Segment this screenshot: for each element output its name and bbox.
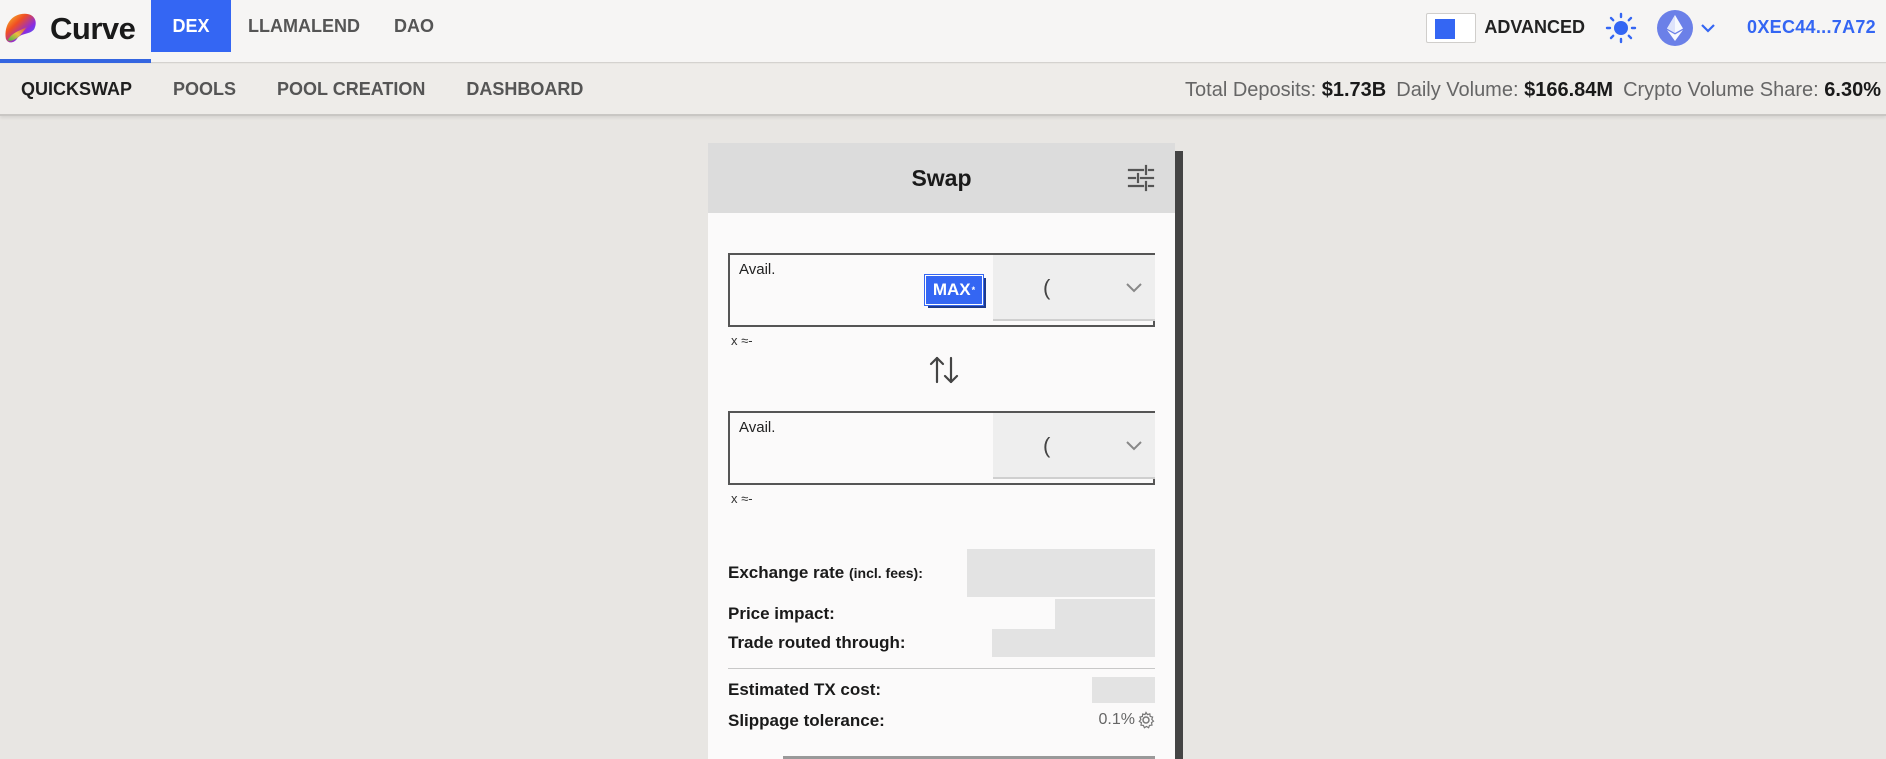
top-bar: Curve DEX LLAMALEND DAO ADVANCED 0XEC44.… xyxy=(0,0,1886,63)
exchange-rate-text: Exchange rate xyxy=(728,563,845,582)
stat-value: $166.84M xyxy=(1524,78,1614,101)
stat-total-deposits: Total Deposits: $1.73B xyxy=(1185,79,1386,102)
exchange-rate-label: Exchange rate (incl. fees): xyxy=(728,563,923,583)
exchange-rate-row: Exchange rate (incl. fees): xyxy=(728,549,1155,597)
from-amount-field[interactable]: Avail. MAX * ( xyxy=(728,253,1155,327)
to-amount-field[interactable]: Avail. ( xyxy=(728,411,1155,485)
swap-direction-icon[interactable] xyxy=(928,355,960,385)
slippage-row: Slippage tolerance: xyxy=(728,708,1155,734)
network-selector[interactable] xyxy=(1657,9,1717,46)
from-token-text: ( xyxy=(1043,275,1051,300)
stat-value: 6.30% xyxy=(1824,78,1881,101)
stat-crypto-share: Crypto Volume Share: 6.30% xyxy=(1623,79,1881,102)
price-impact-skeleton xyxy=(1055,599,1155,629)
trade-route-label: Trade routed through: xyxy=(728,633,906,652)
slippage-label: Slippage tolerance: xyxy=(728,711,885,730)
from-avail-label: Avail. xyxy=(739,261,776,278)
slippage-control[interactable]: 0.1% xyxy=(1099,711,1155,729)
tx-cost-row: Estimated TX cost: xyxy=(728,677,1155,703)
to-token-text: ( xyxy=(1043,433,1051,458)
sub-nav-pool-creation[interactable]: POOL CREATION xyxy=(277,63,425,115)
stat-label: Daily Volume: xyxy=(1396,78,1519,101)
curve-logo-icon xyxy=(5,13,36,43)
sun-icon[interactable] xyxy=(1605,12,1637,44)
ethereum-icon xyxy=(1657,9,1694,46)
swap-card: Swap Avail. MAX * ( x ≈- Avail. (x ≈- E… xyxy=(708,143,1175,759)
from-usd-value: x ≈- xyxy=(731,333,753,348)
gear-icon xyxy=(1138,711,1155,729)
topbar-right: ADVANCED 0XEC44...7A72 xyxy=(1426,0,1876,55)
details-divider xyxy=(728,668,1155,669)
wallet-address[interactable]: 0XEC44...7A72 xyxy=(1747,17,1876,38)
sub-nav-pools[interactable]: POOLS xyxy=(173,63,236,115)
nav-dao[interactable]: DAO xyxy=(377,0,451,52)
stat-value: $1.73B xyxy=(1321,78,1387,101)
sliders-icon[interactable] xyxy=(1127,164,1155,192)
tx-cost-skeleton xyxy=(1092,677,1155,703)
logo[interactable]: Curve xyxy=(0,0,151,63)
stats-bar: Total Deposits: $1.73B Daily Volume: $16… xyxy=(1175,64,1881,116)
advanced-label: ADVANCED xyxy=(1484,17,1586,37)
sub-nav-dashboard[interactable]: DASHBOARD xyxy=(466,63,583,115)
exchange-rate-suffix: (incl. fees): xyxy=(848,565,923,581)
price-impact-row: Price impact: xyxy=(728,599,1155,629)
sub-nav: QUICKSWAP POOLS POOL CREATION DASHBOARD xyxy=(0,63,624,115)
stat-daily-volume: Daily Volume: $166.84M xyxy=(1396,79,1613,102)
tx-cost-label: Estimated TX cost: xyxy=(728,680,882,699)
max-sup: * xyxy=(971,285,976,295)
price-impact-label: Price impact: xyxy=(728,604,835,623)
slippage-value: 0.1% xyxy=(1098,711,1135,728)
main-nav: DEX LLAMALEND DAO xyxy=(151,0,451,63)
toggle-knob xyxy=(1435,18,1456,39)
chevron-down-icon xyxy=(1126,283,1142,293)
sub-nav-quickswap[interactable]: QUICKSWAP xyxy=(21,63,132,115)
exchange-rate-skeleton xyxy=(967,549,1155,597)
to-usd-value: x ≈- xyxy=(731,491,753,506)
swap-header: Swap xyxy=(708,143,1175,213)
to-token-select[interactable]: ( xyxy=(993,413,1155,479)
from-token-select[interactable]: ( xyxy=(993,255,1155,321)
nav-llamalend[interactable]: LLAMALEND xyxy=(231,0,377,52)
nav-dex[interactable]: DEX xyxy=(151,0,231,52)
swap-title: Swap xyxy=(911,164,972,191)
trade-route-skeleton xyxy=(992,629,1155,657)
stat-label: Total Deposits: xyxy=(1185,78,1317,101)
max-label: MAX xyxy=(932,280,971,299)
max-button[interactable]: MAX * xyxy=(924,274,984,306)
logo-text: Curve xyxy=(50,11,136,46)
trade-route-row: Trade routed through: xyxy=(728,629,1155,657)
to-avail-label: Avail. xyxy=(739,419,776,436)
chevron-down-icon xyxy=(1126,441,1142,451)
chevron-down-icon xyxy=(1701,23,1715,33)
advanced-toggle[interactable] xyxy=(1426,12,1477,43)
stat-label: Crypto Volume Share: xyxy=(1623,78,1819,101)
sub-bar: QUICKSWAP POOLS POOL CREATION DASHBOARD … xyxy=(0,64,1886,116)
